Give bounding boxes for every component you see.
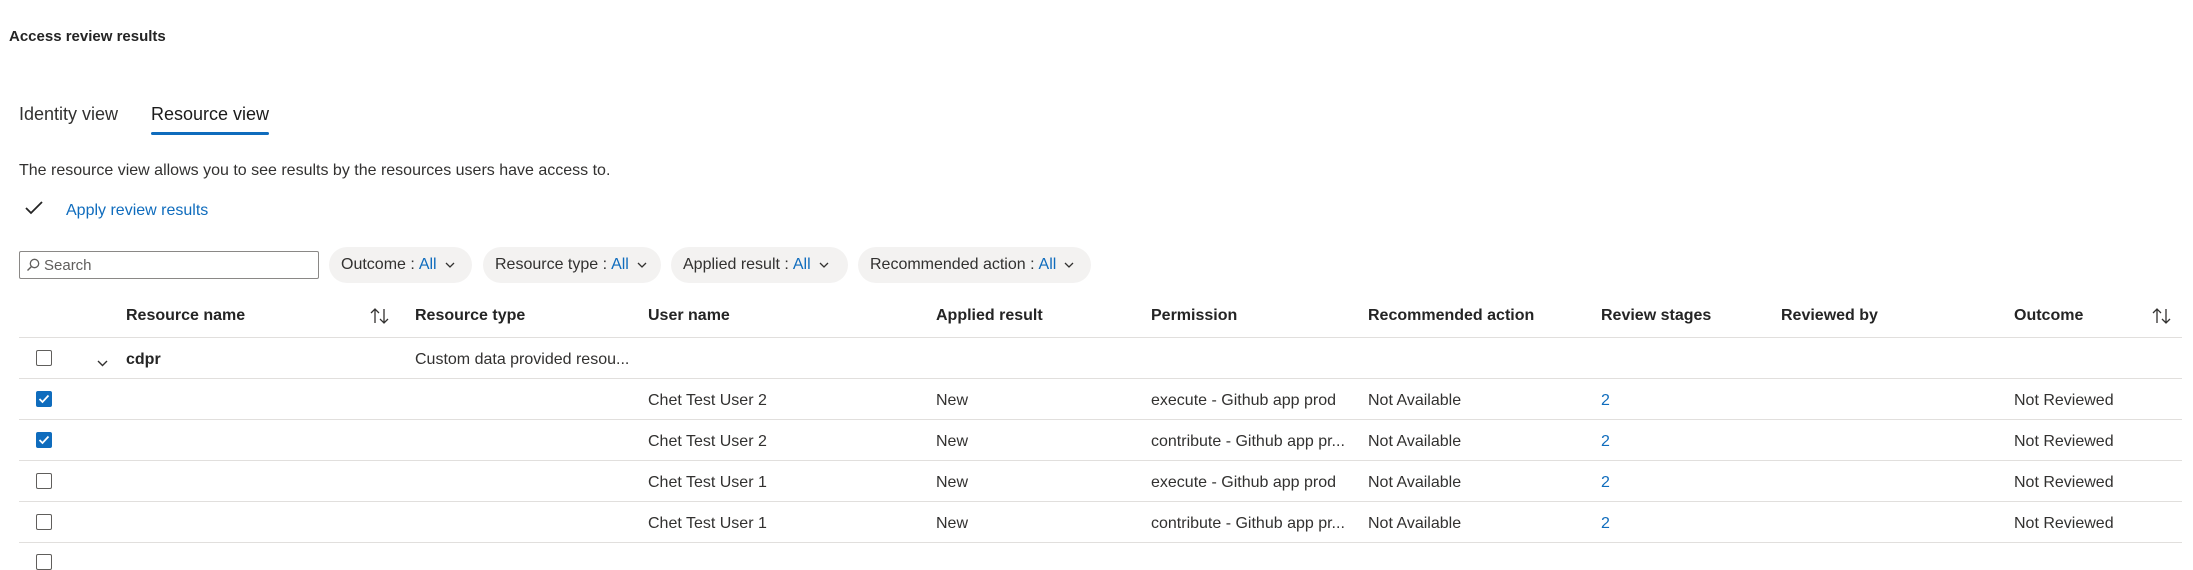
column-header-recommended-action[interactable]: Recommended action xyxy=(1368,307,1534,325)
chevron-down-icon xyxy=(637,262,647,268)
column-header-review-stages[interactable]: Review stages xyxy=(1601,307,1711,325)
filter-value: All xyxy=(611,256,629,273)
outcome: Not Reviewed xyxy=(2014,392,2114,409)
review-stages-link[interactable]: 2 xyxy=(1601,474,1610,492)
tab-identity-view[interactable]: Identity view xyxy=(19,104,118,125)
filter-label: Applied result : xyxy=(683,256,789,273)
user-name: Chet Test User 1 xyxy=(648,474,767,491)
group-resource-type: Custom data provided resou... xyxy=(415,351,630,368)
filter-resource-type[interactable]: Resource type : All xyxy=(483,247,661,283)
row-checkbox[interactable] xyxy=(36,391,52,407)
page-title: Access review results xyxy=(9,28,166,45)
column-header-resource-name[interactable]: Resource name xyxy=(126,307,245,325)
chevron-down-icon[interactable] xyxy=(97,354,108,372)
outcome: Not Reviewed xyxy=(2014,474,2114,491)
apply-review-results-button[interactable]: Apply review results xyxy=(24,200,208,221)
chevron-down-icon xyxy=(819,262,829,268)
permission: execute - Github app prod xyxy=(1151,474,1337,491)
permission: execute - Github app prod xyxy=(1151,392,1337,409)
checkbox[interactable] xyxy=(36,350,52,366)
checkbox[interactable] xyxy=(36,391,52,407)
column-header-reviewed-by[interactable]: Reviewed by xyxy=(1781,307,1878,325)
checkmark-icon xyxy=(38,394,50,404)
filter-value: All xyxy=(418,256,437,273)
row-divider xyxy=(19,501,2182,502)
applied-result: New xyxy=(936,392,969,409)
row-checkbox[interactable] xyxy=(36,514,52,530)
search-box[interactable] xyxy=(19,251,319,279)
user-name: Chet Test User 2 xyxy=(648,392,767,409)
applied-result: New xyxy=(936,433,969,450)
column-header-user-name[interactable]: User name xyxy=(648,307,730,325)
outcome: Not Reviewed xyxy=(2014,515,2114,532)
row-divider xyxy=(19,542,2182,543)
filter-recommended-action[interactable]: Recommended action : All xyxy=(858,247,1091,283)
search-icon xyxy=(26,258,40,272)
chevron-down-icon xyxy=(445,262,455,268)
permission: contribute - Github app pr... xyxy=(1151,433,1345,450)
apply-review-results-label: Apply review results xyxy=(66,201,209,219)
applied-result: New xyxy=(936,474,969,491)
checkbox[interactable] xyxy=(36,473,52,489)
recommended-action: Not Available xyxy=(1368,515,1462,532)
review-stages-link[interactable]: 2 xyxy=(1601,515,1610,533)
group-resource-name: cdpr xyxy=(126,351,161,368)
filter-outcome[interactable]: Outcome : All xyxy=(329,247,472,283)
sort-icon[interactable] xyxy=(370,307,390,330)
row-divider xyxy=(19,460,2182,461)
filter-label: Outcome : xyxy=(341,256,415,273)
filter-value: All xyxy=(1038,256,1057,273)
chevron-down-icon xyxy=(1064,262,1074,268)
search-input[interactable] xyxy=(40,256,308,274)
recommended-action: Not Available xyxy=(1368,433,1462,450)
row-checkbox[interactable] xyxy=(36,473,52,489)
recommended-action: Not Available xyxy=(1368,474,1462,491)
applied-result: New xyxy=(936,515,969,532)
checkmark-icon xyxy=(24,200,44,221)
user-name: Chet Test User 1 xyxy=(648,515,767,532)
permission: contribute - Github app pr... xyxy=(1151,515,1345,532)
recommended-action: Not Available xyxy=(1368,392,1462,409)
checkmark-icon xyxy=(38,435,50,445)
tab-resource-view[interactable]: Resource view xyxy=(151,104,270,135)
column-header-resource-type[interactable]: Resource type xyxy=(415,307,525,325)
checkbox[interactable] xyxy=(36,514,52,530)
tab-label: Identity view xyxy=(19,104,119,124)
active-tab-indicator xyxy=(151,132,270,135)
row-checkbox[interactable] xyxy=(36,432,52,448)
view-description: The resource view allows you to see resu… xyxy=(19,162,611,179)
outcome: Not Reviewed xyxy=(2014,433,2114,450)
column-header-permission[interactable]: Permission xyxy=(1151,307,1237,325)
row-checkbox[interactable] xyxy=(36,554,52,570)
tab-label: Resource view xyxy=(151,104,270,124)
filter-value: All xyxy=(792,256,811,273)
review-stages-link[interactable]: 2 xyxy=(1601,392,1610,410)
checkbox[interactable] xyxy=(36,432,52,448)
row-divider xyxy=(19,337,2182,338)
filter-label: Resource type : xyxy=(495,256,608,273)
row-divider xyxy=(19,378,2182,379)
filter-applied-result[interactable]: Applied result : All xyxy=(671,247,848,283)
group-row-checkbox[interactable] xyxy=(36,350,52,366)
column-header-outcome[interactable]: Outcome xyxy=(2014,307,2083,325)
row-divider xyxy=(19,419,2182,420)
user-name: Chet Test User 2 xyxy=(648,433,767,450)
checkbox[interactable] xyxy=(36,554,52,570)
filter-label: Recommended action : xyxy=(870,256,1035,273)
column-header-applied-result[interactable]: Applied result xyxy=(936,307,1043,325)
sort-icon[interactable] xyxy=(2152,307,2172,330)
review-stages-link[interactable]: 2 xyxy=(1601,433,1610,451)
